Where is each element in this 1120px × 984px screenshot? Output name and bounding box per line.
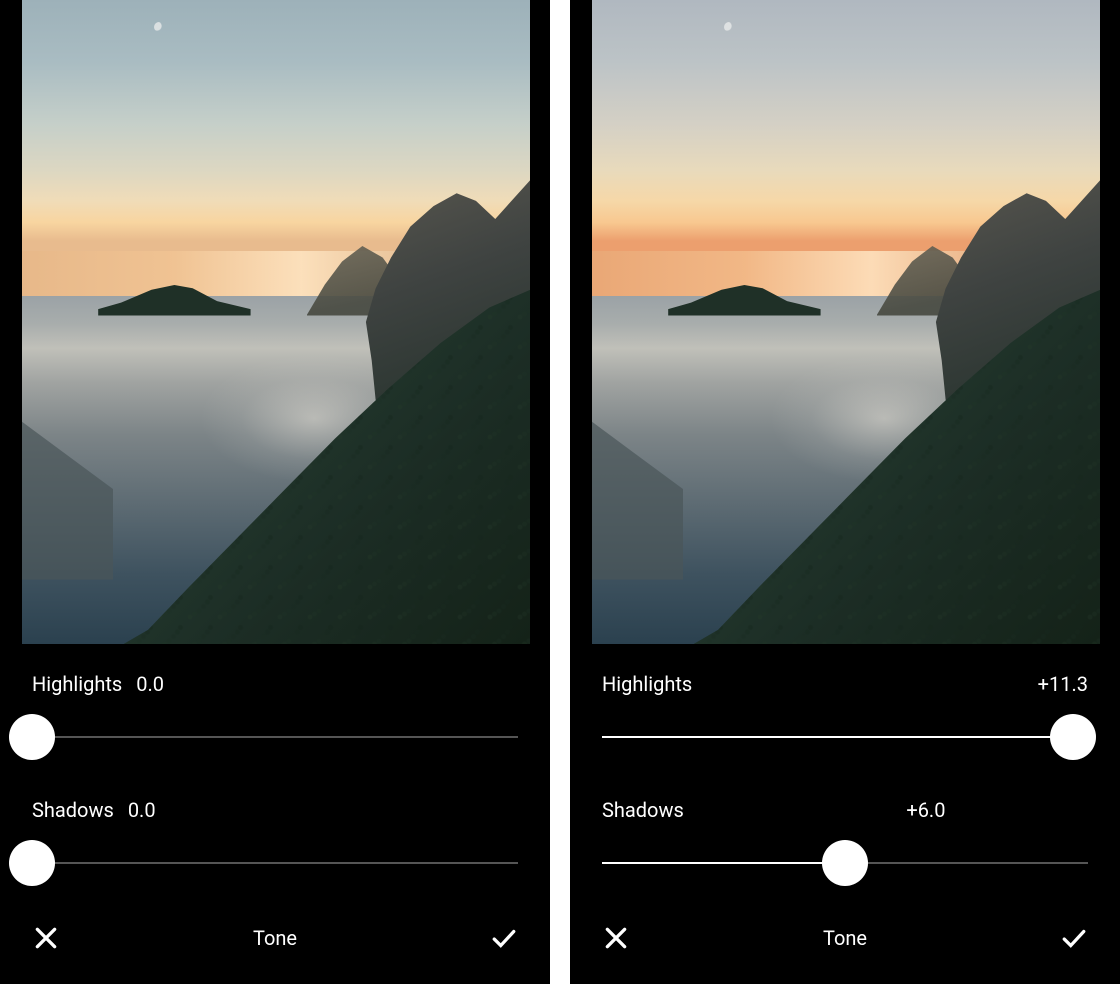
panel-title: Tone xyxy=(253,926,297,950)
highlights-value: +11.3 xyxy=(1038,672,1088,696)
confirm-button[interactable] xyxy=(490,924,518,952)
bottom-bar: Tone xyxy=(570,924,1120,984)
tone-controls: Highlights 0.0 Shadows 0.0 xyxy=(0,644,550,924)
shadows-label: Shadows xyxy=(32,798,114,822)
shadows-label: Shadows xyxy=(602,798,684,822)
slider-thumb[interactable] xyxy=(9,714,55,760)
highlights-slider[interactable] xyxy=(602,714,1088,760)
shadows-control: Shadows 0.0 xyxy=(32,798,518,886)
highlights-label-row: Highlights 0.0 xyxy=(32,672,518,696)
slider-track xyxy=(32,736,518,738)
highlights-label: Highlights xyxy=(32,672,122,696)
shadows-label-row: Shadows +6.0 xyxy=(602,798,1088,822)
slider-thumb[interactable] xyxy=(822,840,868,886)
highlights-label: Highlights xyxy=(602,672,692,696)
bottom-bar: Tone xyxy=(0,924,550,984)
highlights-value: 0.0 xyxy=(136,672,164,696)
tone-controls: Highlights +11.3 Shadows +6.0 xyxy=(570,644,1120,924)
close-button[interactable] xyxy=(32,924,60,952)
slider-fill xyxy=(602,736,1073,738)
confirm-button[interactable] xyxy=(1060,924,1088,952)
shadows-slider[interactable] xyxy=(32,840,518,886)
close-icon xyxy=(603,925,629,951)
shadows-control: Shadows +6.0 xyxy=(602,798,1088,886)
highlights-control: Highlights 0.0 xyxy=(32,672,518,760)
editor-panel-left: Highlights 0.0 Shadows 0.0 To xyxy=(0,0,550,984)
check-icon xyxy=(1061,925,1087,951)
image-preview xyxy=(22,0,530,644)
highlights-label-row: Highlights +11.3 xyxy=(602,672,1088,696)
slider-thumb[interactable] xyxy=(9,840,55,886)
highlights-control: Highlights +11.3 xyxy=(602,672,1088,760)
shadows-value: 0.0 xyxy=(128,798,156,822)
slider-fill xyxy=(602,862,845,864)
highlights-slider[interactable] xyxy=(32,714,518,760)
shadows-slider[interactable] xyxy=(602,840,1088,886)
close-icon xyxy=(33,925,59,951)
slider-thumb[interactable] xyxy=(1050,714,1096,760)
editor-panel-right: Highlights +11.3 Shadows +6.0 xyxy=(570,0,1120,984)
shadows-label-row: Shadows 0.0 xyxy=(32,798,518,822)
panel-title: Tone xyxy=(823,926,867,950)
shadows-value: +6.0 xyxy=(826,798,945,822)
close-button[interactable] xyxy=(602,924,630,952)
check-icon xyxy=(491,925,517,951)
slider-track xyxy=(32,862,518,864)
image-preview xyxy=(592,0,1100,644)
